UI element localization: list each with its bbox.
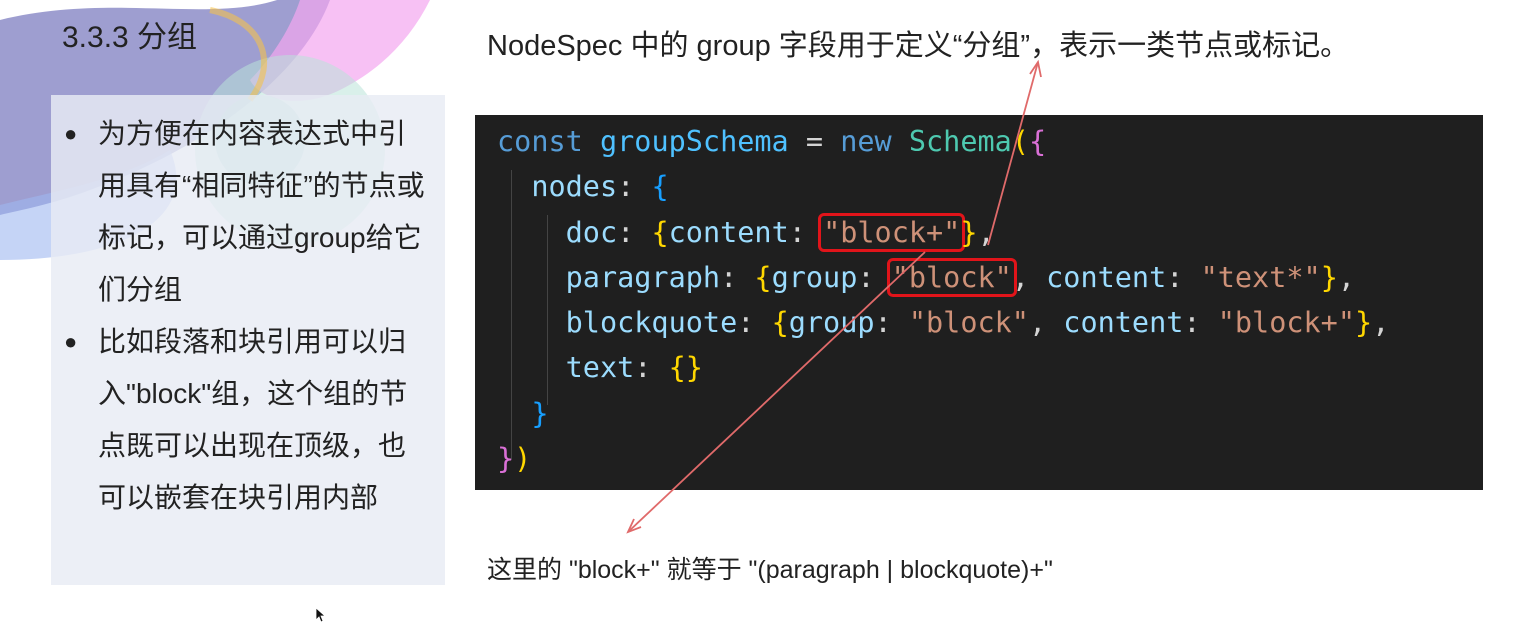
bullet-list: ● 为方便在内容表达式中引用具有“相同特征”的节点或标记，可以通过group给它们… bbox=[51, 108, 445, 524]
bullet-text: 比如段落和块引用可以归入"block"组，这个组的节点既可以出现在顶级，也可以嵌… bbox=[98, 326, 408, 513]
code-line: } bbox=[531, 396, 549, 430]
bullet-panel: ● 为方便在内容表达式中引用具有“相同特征”的节点或标记，可以通过group给它们… bbox=[51, 95, 445, 585]
highlighted-block-group: "block" bbox=[886, 257, 1017, 297]
mouse-cursor-icon bbox=[316, 608, 326, 622]
bullet-dot-icon: ● bbox=[64, 329, 78, 354]
code-lines: const groupSchema = new Schema({ nodes: … bbox=[497, 119, 1389, 481]
code-line: paragraph: {group: "block", content: "te… bbox=[497, 257, 1355, 297]
arrow-head-icon bbox=[1029, 59, 1042, 78]
code-line: nodes: { bbox=[531, 170, 669, 204]
arrow-head-icon bbox=[626, 518, 642, 534]
bullet-item: ● 为方便在内容表达式中引用具有“相同特征”的节点或标记，可以通过group给它们… bbox=[51, 108, 445, 316]
highlighted-block-plus: "block+" bbox=[818, 212, 966, 252]
code-line: blockquote: {group: "block", content: "b… bbox=[565, 306, 1390, 340]
bullet-dot-icon: ● bbox=[64, 121, 78, 146]
bullet-text: 为方便在内容表达式中引用具有“相同特征”的节点或标记，可以通过group给它们分… bbox=[98, 118, 425, 305]
description-text: NodeSpec 中的 group 字段用于定义“分组”，表示一类节点或标记。 bbox=[487, 30, 1350, 62]
slide-title: 3.3.3 分组 bbox=[62, 21, 198, 54]
code-line: doc: {content: "block+"}, bbox=[497, 212, 995, 252]
code-line: text: {} bbox=[565, 351, 703, 385]
note-text: 这里的 "block+" 就等于 "(paragraph | blockquot… bbox=[487, 556, 1053, 584]
bullet-item: ● 比如段落和块引用可以归入"block"组，这个组的节点既可以出现在顶级，也可以… bbox=[51, 316, 445, 524]
code-line: const groupSchema = new Schema({ bbox=[497, 125, 1047, 158]
code-line: }) bbox=[497, 442, 532, 476]
code-block: const groupSchema = new Schema({ nodes: … bbox=[475, 115, 1483, 490]
